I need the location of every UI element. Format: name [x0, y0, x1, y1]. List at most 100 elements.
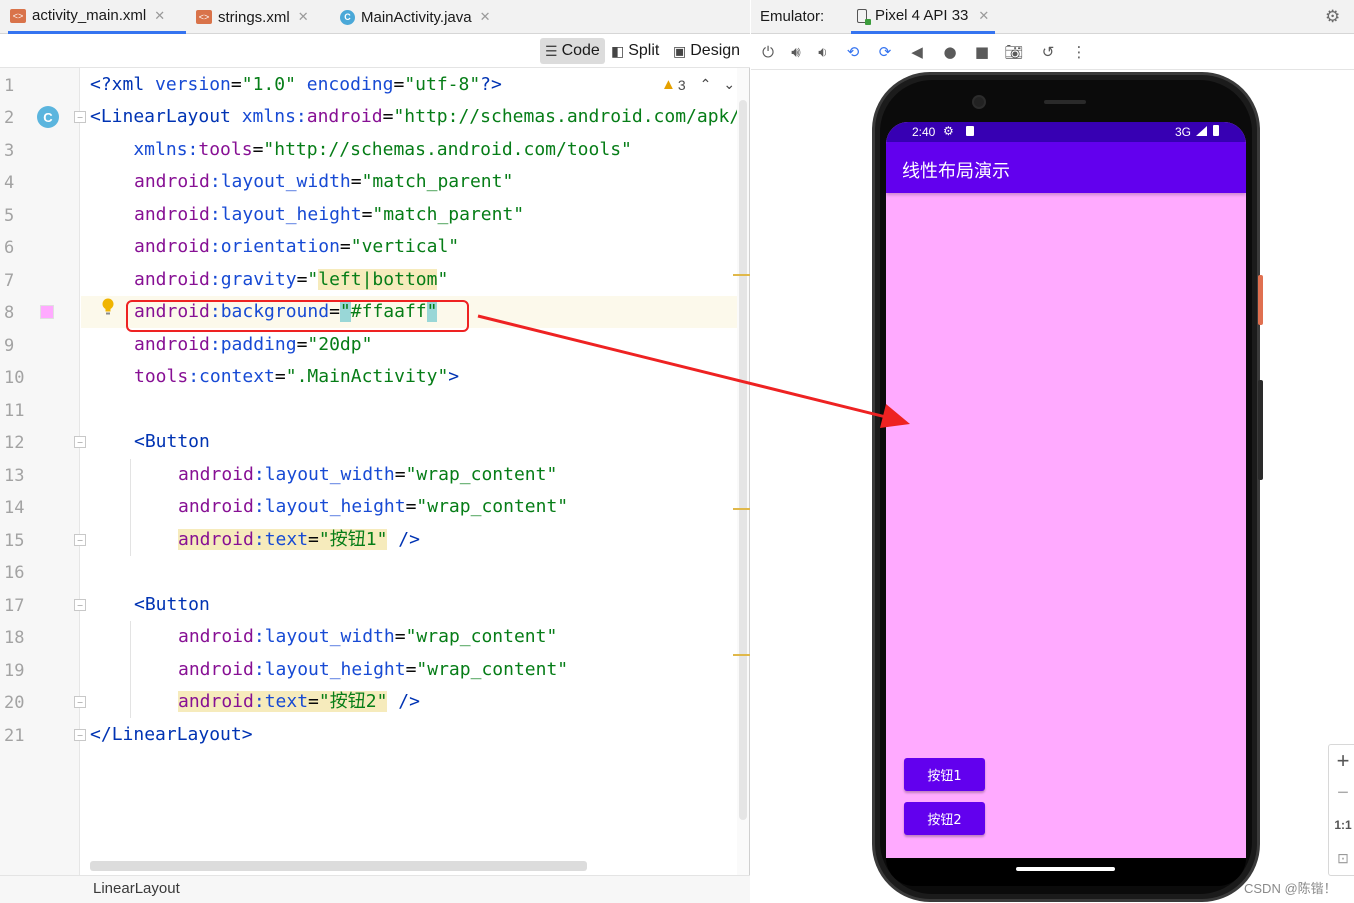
sd-card-icon	[966, 126, 974, 136]
close-icon[interactable]: ✕	[154, 8, 165, 24]
line-number[interactable]: 10	[4, 368, 28, 388]
close-icon[interactable]: ✕	[480, 9, 491, 25]
screenshot-icon[interactable]: 📷︎	[1003, 41, 1025, 63]
fit-screen-icon[interactable]: ⊡	[1329, 850, 1354, 867]
tab-label: activity_main.xml	[32, 7, 147, 24]
gesture-handle[interactable]	[1016, 867, 1115, 871]
horizontal-scrollbar[interactable]	[90, 861, 587, 871]
line-number[interactable]: 5	[4, 206, 28, 226]
line-number[interactable]: 6	[4, 238, 28, 258]
breadcrumb[interactable]: LinearLayout	[93, 880, 180, 897]
device-screen[interactable]: 2:40 ⚙ 3G 线性布局演示 按钮1 按钮2	[886, 122, 1246, 858]
app-button-1[interactable]: 按钮1	[904, 758, 985, 791]
volume-down-icon[interactable]: 🔉︎	[812, 41, 834, 63]
emulator-label: Emulator:	[760, 8, 825, 25]
inspection-widget[interactable]: ▲ 3 ⌃⌄	[661, 76, 747, 93]
rotate-right-icon[interactable]: ⟳	[874, 41, 896, 63]
code-line-2: <LinearLayout xmlns:android="http://sche…	[90, 106, 737, 127]
warning-icon: ▲	[661, 76, 676, 93]
line-number[interactable]: 21	[4, 726, 28, 746]
line-number[interactable]: 2	[4, 108, 28, 128]
actual-size-button[interactable]: 1:1	[1329, 818, 1354, 832]
line-number[interactable]: 1	[4, 76, 28, 96]
tab-activity-main-xml[interactable]: <> activity_main.xml ✕	[8, 0, 186, 34]
indent-guide	[130, 459, 131, 556]
tab-strings-xml[interactable]: <> strings.xml ✕	[196, 0, 309, 34]
speaker-grille	[1044, 100, 1086, 104]
line-number[interactable]: 3	[4, 141, 28, 161]
close-icon[interactable]: ✕	[978, 8, 989, 24]
error-stripe-mark[interactable]	[733, 274, 750, 276]
line-number[interactable]: 9	[4, 336, 28, 356]
volume-up-icon[interactable]: 🔊︎	[785, 41, 807, 63]
code-line-5: android:layout_height="match_parent"	[134, 204, 525, 225]
back-icon[interactable]: ◀	[906, 41, 928, 63]
design-mode-button[interactable]: ▣ Design	[668, 38, 745, 64]
code-line-13: android:layout_width="wrap_content"	[178, 464, 558, 485]
snapshot-icon[interactable]: ↺	[1037, 41, 1059, 63]
code-line-6: android:orientation="vertical"	[134, 236, 460, 257]
code-line-20: android:text="按钮2" />	[178, 691, 420, 712]
code-line-14: android:layout_height="wrap_content"	[178, 496, 569, 517]
zoom-in-button[interactable]: +	[1329, 748, 1354, 774]
split-mode-button[interactable]: ◧ Split	[606, 38, 664, 64]
overview-icon[interactable]: ■	[971, 41, 993, 63]
code-mode-button[interactable]: ☰ Code	[540, 38, 605, 64]
editor-tab-bar: <> activity_main.xml ✕ <> strings.xml ✕ …	[0, 0, 750, 34]
code-line-1: <?xml version="1.0" encoding="utf-8"?>	[90, 74, 502, 95]
rotate-left-icon[interactable]: ⟲	[842, 41, 864, 63]
app-bar: 线性布局演示	[886, 142, 1246, 193]
design-mode-label: Design	[690, 42, 741, 59]
navigation-bar	[886, 858, 1246, 886]
tab-label: MainActivity.java	[361, 8, 472, 26]
line-number[interactable]: 20	[4, 693, 28, 713]
scrollbar-thumb[interactable]	[739, 100, 747, 820]
xml-file-icon: <>	[10, 8, 26, 23]
line-number[interactable]: 12	[4, 433, 28, 453]
error-stripe-mark[interactable]	[733, 654, 750, 656]
signal-icon	[1196, 126, 1207, 136]
line-number[interactable]: 8	[4, 303, 28, 323]
side-button[interactable]	[1258, 275, 1263, 325]
view-mode-bar: ☰ Code ◧ Split ▣ Design	[0, 34, 750, 68]
code-line-21: </LinearLayout>	[90, 724, 253, 745]
tab-mainactivity-java[interactable]: C MainActivity.java ✕	[340, 0, 491, 34]
class-gutter-icon[interactable]: C	[37, 106, 59, 128]
line-number[interactable]: 14	[4, 498, 28, 518]
line-number[interactable]: 16	[4, 563, 28, 583]
line-number[interactable]: 18	[4, 628, 28, 648]
line-number[interactable]: 7	[4, 271, 28, 291]
zoom-out-button[interactable]: −	[1329, 782, 1354, 805]
home-icon[interactable]: ●	[939, 41, 961, 63]
code-mode-label: Code	[561, 42, 600, 59]
device-icon	[857, 8, 871, 25]
tab-device[interactable]: Pixel 4 API 33 ✕	[851, 0, 996, 34]
code-line-18: android:layout_width="wrap_content"	[178, 626, 558, 647]
line-number[interactable]: 17	[4, 596, 28, 616]
code-line-15: android:text="按钮1" />	[178, 529, 420, 550]
code-line-12: <Button	[134, 431, 210, 452]
code-area[interactable]: <?xml version="1.0" encoding="utf-8"?> <…	[81, 68, 737, 875]
gear-icon[interactable]: ⚙	[1325, 7, 1340, 27]
close-icon[interactable]: ✕	[298, 9, 309, 25]
code-line-17: <Button	[134, 594, 210, 615]
line-number[interactable]: 15	[4, 531, 28, 551]
device-tab-label: Pixel 4 API 33	[875, 7, 969, 24]
highlight-box	[126, 300, 469, 332]
power-icon[interactable]: ⏻	[757, 41, 779, 63]
lightbulb-icon[interactable]	[101, 298, 115, 316]
image-icon: ▣	[673, 42, 687, 59]
line-number[interactable]: 13	[4, 466, 28, 486]
line-number[interactable]: 4	[4, 173, 28, 193]
error-stripe-mark[interactable]	[733, 508, 750, 510]
more-icon[interactable]: ⋮	[1068, 41, 1090, 63]
app-button-2[interactable]: 按钮2	[904, 802, 985, 835]
line-number[interactable]: 11	[4, 401, 28, 421]
color-swatch[interactable]	[40, 305, 54, 319]
line-number[interactable]: 19	[4, 661, 28, 681]
xml-file-icon: <>	[196, 10, 212, 24]
side-button[interactable]	[1258, 380, 1263, 480]
code-line-7: android:gravity="left|bottom"	[134, 269, 449, 290]
indent-guide	[130, 621, 131, 718]
app-title: 线性布局演示	[902, 161, 1010, 182]
